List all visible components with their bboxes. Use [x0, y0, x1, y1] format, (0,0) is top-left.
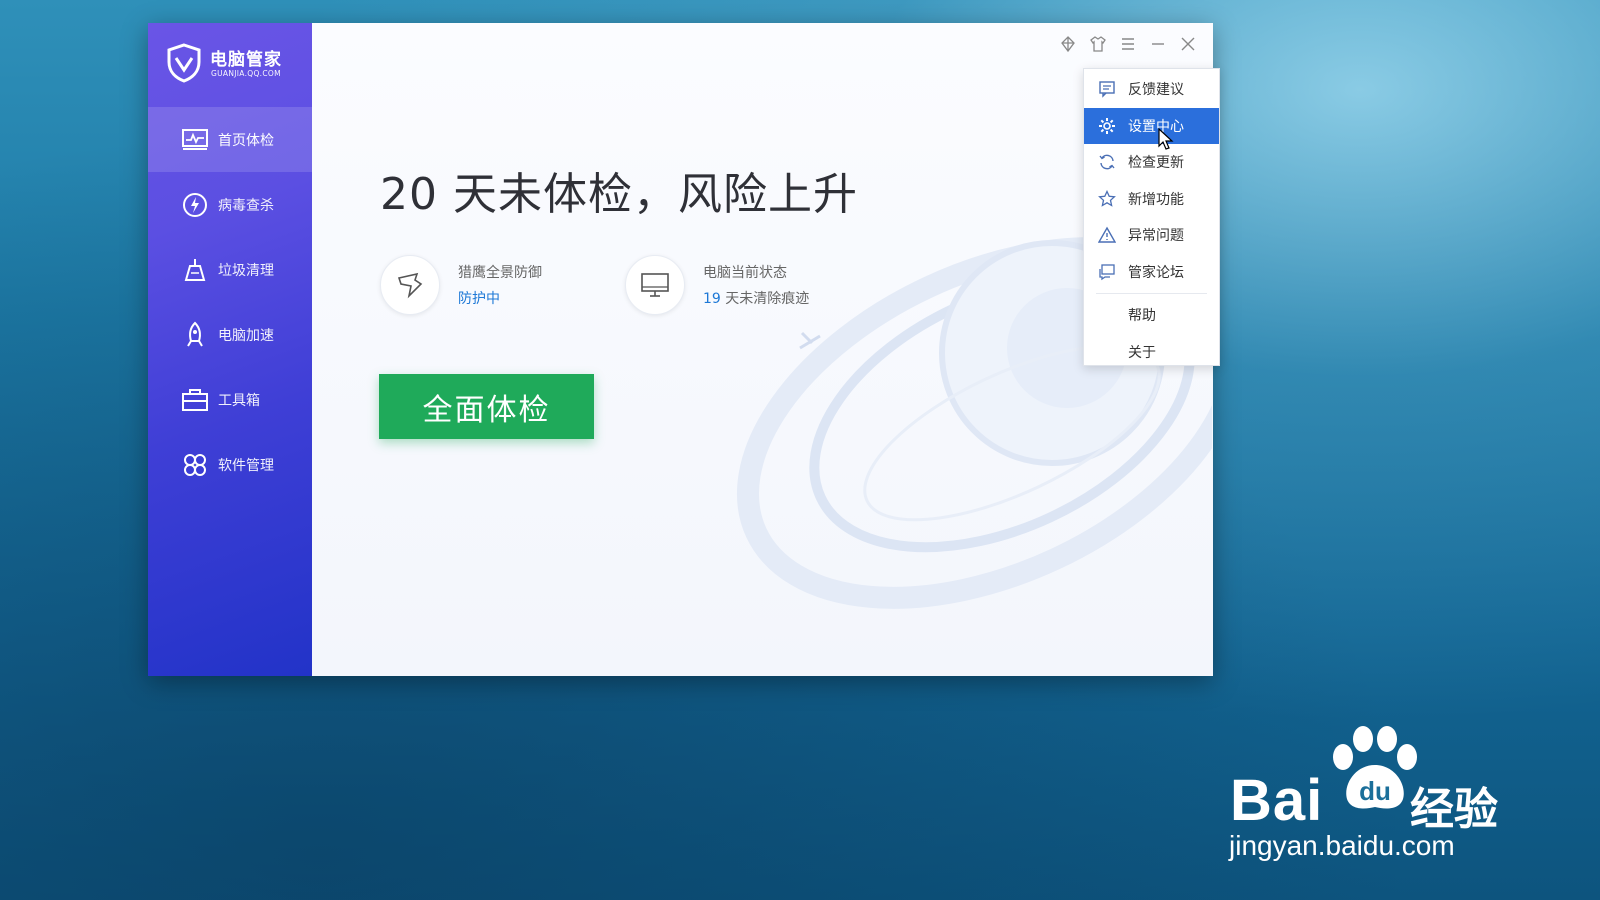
menu-item-label: 反馈建议 — [1128, 82, 1184, 99]
sidebar-item-home-check[interactable]: 首页体检 — [148, 107, 312, 172]
menu-item-label: 新增功能 — [1128, 191, 1184, 208]
forum-icon — [1096, 261, 1118, 283]
sidebar-item-junk-clean[interactable]: 垃圾清理 — [148, 237, 312, 302]
shield-logo-icon — [167, 43, 201, 83]
app-logo: 电脑管家 GUANJIA.QQ.COM — [166, 43, 306, 87]
settings-dropdown-menu: 反馈建议 设置中心 检查更新 新增功能 异常问题 管家论坛 帮助 关于 — [1083, 68, 1220, 366]
sidebar: 电脑管家 GUANJIA.QQ.COM 首页体检 病毒查杀 垃圾清理 电脑加速 … — [148, 23, 312, 676]
main-panel: 20 天未体检，风险上升 猎鹰全景防御 防护中 电脑当前状态 19 天未清除痕迹 — [312, 23, 1213, 676]
toolbox-icon — [180, 385, 210, 415]
gear-icon — [1096, 115, 1118, 137]
close-icon[interactable] — [1177, 33, 1199, 55]
pc-state-label: 电脑当前状态 — [703, 265, 787, 281]
pc-state: 电脑当前状态 19 天未清除痕迹 — [625, 255, 809, 315]
full-scan-button[interactable]: 全面体检 — [379, 374, 594, 439]
sidebar-item-label: 病毒查杀 — [218, 197, 274, 214]
menu-item-new-features[interactable]: 新增功能 — [1084, 181, 1219, 218]
minimize-icon[interactable] — [1147, 33, 1169, 55]
sidebar-nav: 首页体检 病毒查杀 垃圾清理 电脑加速 工具箱 软件管理 — [148, 107, 312, 497]
menu-item-settings[interactable]: 设置中心 — [1084, 107, 1219, 144]
menu-item-label: 设置中心 — [1128, 118, 1184, 135]
sidebar-item-toolbox[interactable]: 工具箱 — [148, 367, 312, 432]
monitor-icon — [625, 255, 685, 315]
jingyan-text: 经验 — [1410, 784, 1498, 835]
eagle-icon — [380, 255, 440, 315]
menu-item-forum[interactable]: 管家论坛 — [1084, 254, 1219, 291]
rocket-icon — [180, 320, 210, 350]
warning-icon — [1096, 224, 1118, 246]
menu-item-feedback[interactable]: 反馈建议 — [1084, 71, 1219, 108]
lightning-shield-icon — [180, 190, 210, 220]
sidebar-item-speedup[interactable]: 电脑加速 — [148, 302, 312, 367]
pc-state-value[interactable]: 19 天未清除痕迹 — [703, 288, 809, 308]
protection-label: 猎鹰全景防御 — [458, 265, 542, 281]
baidu-du-text: du — [1359, 776, 1391, 806]
star-icon — [1096, 188, 1118, 210]
logo-title: 电脑管家 — [210, 50, 282, 70]
headline: 20 天未体检，风险上升 — [380, 169, 858, 220]
menu-icon[interactable] — [1117, 33, 1139, 55]
sidebar-item-label: 工具箱 — [218, 392, 260, 409]
menu-item-label: 异常问题 — [1128, 228, 1184, 245]
titlebar-controls — [1057, 33, 1199, 55]
sidebar-item-label: 电脑加速 — [218, 327, 274, 344]
menu-item-label: 检查更新 — [1128, 155, 1184, 172]
feedback-icon — [1096, 78, 1118, 100]
watermark-url: jingyan.baidu.com — [1229, 830, 1455, 861]
sidebar-item-virus-scan[interactable]: 病毒查杀 — [148, 172, 312, 237]
menu-item-label: 帮助 — [1128, 308, 1156, 325]
menu-item-check-update[interactable]: 检查更新 — [1084, 144, 1219, 181]
pc-state-suffix: 天未清除痕迹 — [725, 291, 810, 307]
mouse-cursor-icon — [1158, 128, 1174, 150]
menu-item-issues[interactable]: 异常问题 — [1084, 217, 1219, 254]
skin-diamond-icon[interactable] — [1057, 33, 1079, 55]
monitor-chart-icon — [180, 125, 210, 155]
pc-state-days: 19 — [703, 291, 721, 307]
menu-item-help[interactable]: 帮助 — [1084, 297, 1219, 334]
sidebar-item-software[interactable]: 软件管理 — [148, 432, 312, 497]
sidebar-item-label: 首页体检 — [218, 132, 274, 149]
menu-divider — [1096, 293, 1207, 294]
sidebar-item-label: 软件管理 — [218, 457, 274, 474]
software-grid-icon — [180, 450, 210, 480]
menu-item-about[interactable]: 关于 — [1084, 334, 1219, 371]
app-window: 电脑管家 GUANJIA.QQ.COM 首页体检 病毒查杀 垃圾清理 电脑加速 … — [148, 23, 1213, 676]
shirt-icon[interactable] — [1087, 33, 1109, 55]
baidu-brand-text: Bai — [1230, 768, 1324, 833]
menu-item-label: 关于 — [1128, 344, 1156, 361]
sidebar-item-label: 垃圾清理 — [218, 262, 274, 279]
broom-icon — [180, 255, 210, 285]
logo-subtitle: GUANJIA.QQ.COM — [211, 69, 281, 78]
menu-item-label: 管家论坛 — [1128, 264, 1184, 281]
refresh-icon — [1096, 151, 1118, 173]
protection-status-text[interactable]: 防护中 — [458, 288, 542, 308]
protection-status: 猎鹰全景防御 防护中 — [380, 255, 542, 315]
